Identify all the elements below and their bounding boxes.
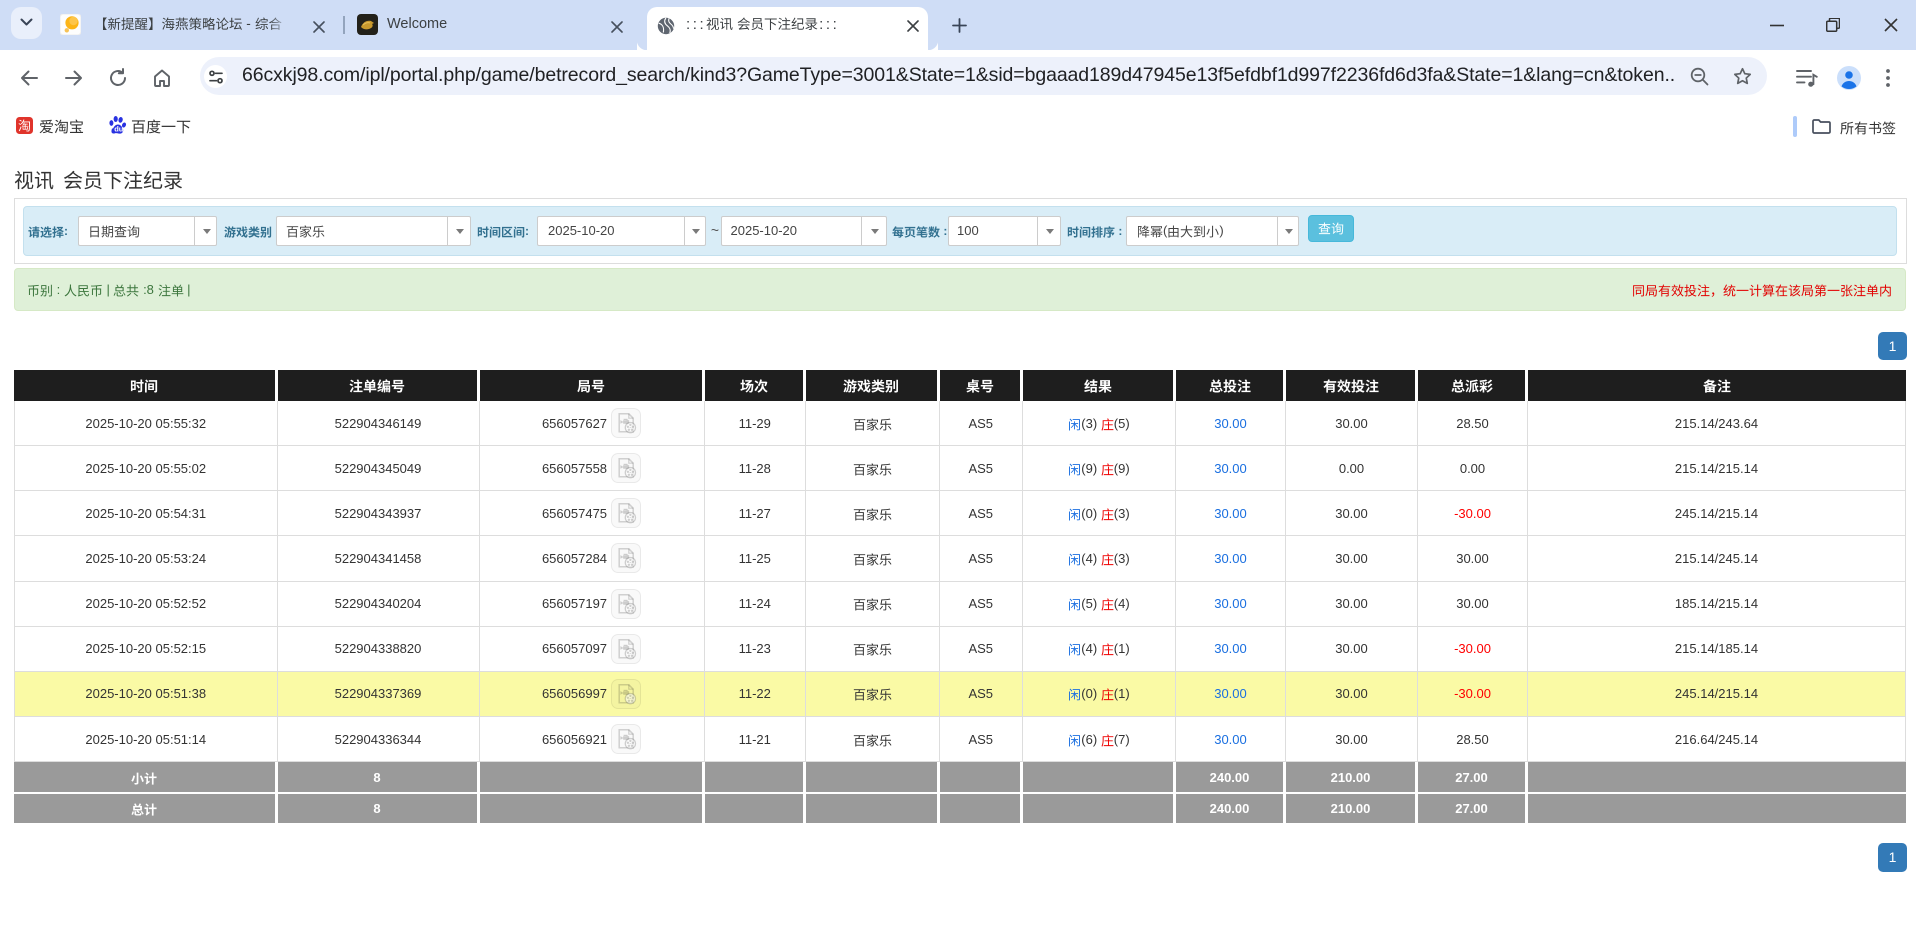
- svg-text:du: du: [114, 124, 124, 133]
